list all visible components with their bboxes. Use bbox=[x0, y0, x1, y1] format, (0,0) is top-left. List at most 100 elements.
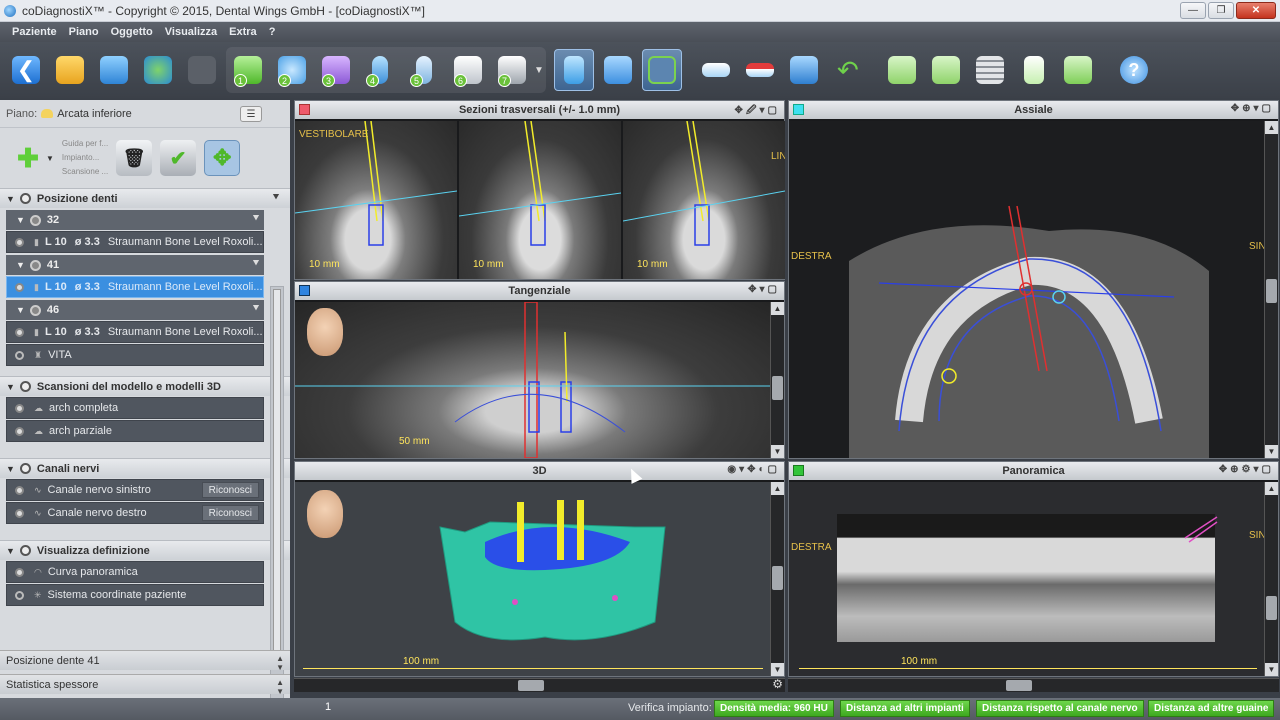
implant-item-41[interactable]: ▮ L 10 ø 3.3 Straumann Bone Level Roxoli... bbox=[6, 276, 264, 298]
eye-icon[interactable] bbox=[19, 193, 31, 204]
head-orientation-icon[interactable] bbox=[307, 490, 343, 538]
scroll-thumb[interactable] bbox=[1266, 279, 1277, 303]
tangential-scan[interactable]: 50 mm bbox=[295, 302, 770, 458]
panoramic-hscrollbar[interactable] bbox=[788, 678, 1279, 692]
view-implant-button[interactable] bbox=[553, 49, 594, 91]
panoramic-scan[interactable]: DESTRA SINISTRA 100 mm bbox=[789, 482, 1264, 676]
axial-scan[interactable]: DESTRA SINISTRA bbox=[789, 121, 1264, 458]
close-button[interactable]: ✕ bbox=[1236, 2, 1276, 19]
eye-off-icon[interactable] bbox=[15, 350, 24, 360]
view-controls[interactable]: ✥▾▢ bbox=[748, 284, 780, 295]
eye-off-icon[interactable] bbox=[15, 590, 24, 600]
section-models-header[interactable]: ▼ Scansioni del modello e modelli 3D ⯆ bbox=[0, 376, 290, 396]
globe-button[interactable] bbox=[138, 49, 178, 91]
eye-icon[interactable] bbox=[15, 508, 24, 518]
eye-icon[interactable] bbox=[19, 545, 31, 556]
add-option[interactable]: Guida per f... bbox=[62, 137, 108, 151]
scroll-down-icon[interactable]: ▼ bbox=[1265, 663, 1278, 676]
axial-view[interactable]: Assiale ✥⊕▾▢ DESTRA SINISTRA ▲ ▼ bbox=[788, 100, 1279, 459]
scroll-thumb[interactable] bbox=[518, 680, 544, 691]
detect-nerve-button[interactable]: Riconosci bbox=[201, 482, 259, 498]
trash-icon[interactable]: 🗑 bbox=[116, 140, 153, 176]
menu-oggetto[interactable]: Oggetto bbox=[105, 26, 159, 38]
eye-icon[interactable] bbox=[15, 237, 24, 247]
sync-button[interactable] bbox=[94, 49, 134, 91]
chevron-down-icon[interactable]: ⯆ bbox=[252, 303, 260, 314]
tooth-position-row[interactable]: Posizione dente 41 ▲ ▼ bbox=[0, 650, 290, 672]
step-2-button[interactable]: 2 bbox=[272, 49, 312, 91]
step-6-button[interactable]: 6 bbox=[448, 49, 488, 91]
undo-button[interactable]: ↶ bbox=[828, 49, 868, 91]
step-4-button[interactable]: 4 bbox=[360, 49, 400, 91]
eye-icon[interactable] bbox=[15, 567, 24, 577]
maximize-button[interactable]: ❐ bbox=[1208, 2, 1234, 19]
layers-button[interactable] bbox=[970, 49, 1010, 91]
step-5-button[interactable]: 5 bbox=[404, 49, 444, 91]
cross-section-2[interactable]: 10 mm bbox=[459, 121, 621, 279]
cross-section-1[interactable]: 10 mm VESTIBOLARE bbox=[295, 121, 457, 279]
3d-scrollbar[interactable]: ▲ ▼ bbox=[770, 482, 784, 676]
head-orientation-icon[interactable] bbox=[307, 308, 343, 356]
eye-icon[interactable] bbox=[15, 426, 24, 436]
eye-icon[interactable] bbox=[29, 214, 41, 226]
arrows-icon[interactable]: ✥ bbox=[204, 140, 241, 176]
display-item-coords[interactable]: ✳ Sistema coordinate paziente bbox=[6, 584, 264, 606]
menu-visualizza[interactable]: Visualizza bbox=[159, 26, 223, 38]
implant-item-46[interactable]: ▮ L 10 ø 3.3 Straumann Bone Level Roxoli... bbox=[6, 321, 264, 343]
curve-view-button[interactable] bbox=[641, 49, 682, 91]
delete-measure-button[interactable] bbox=[740, 49, 780, 91]
view-controls[interactable]: ✥🖉▾▢ bbox=[734, 103, 780, 120]
eye-icon[interactable] bbox=[15, 282, 24, 292]
3d-hscrollbar[interactable]: ⚙ bbox=[294, 677, 785, 692]
section-nerves-header[interactable]: ▼ Canali nervi ⯆ bbox=[0, 458, 290, 478]
chevron-down-icon[interactable]: ⯆ bbox=[272, 192, 280, 203]
nerve-item-right[interactable]: ∿ Canale nervo destro Riconosci bbox=[6, 502, 264, 524]
nerve-item-left[interactable]: ∿ Canale nervo sinistro Riconosci bbox=[6, 479, 264, 501]
scroll-thumb[interactable] bbox=[772, 376, 783, 400]
export-button[interactable] bbox=[182, 49, 222, 91]
tooth-group-46[interactable]: ▼ 46 ⯆ bbox=[6, 300, 264, 320]
view-controls[interactable]: ✥⊕▾▢ bbox=[1231, 103, 1274, 114]
model-item[interactable]: ☁ arch completa bbox=[6, 397, 264, 419]
help-button[interactable]: ? bbox=[1114, 49, 1154, 91]
implant-distance-badge[interactable]: Distanza ad altri impianti bbox=[840, 700, 970, 717]
scroll-thumb[interactable] bbox=[1006, 680, 1032, 691]
sleeve-distance-badge[interactable]: Distanza ad altre guaine bbox=[1148, 700, 1275, 717]
scroll-thumb[interactable] bbox=[772, 566, 783, 590]
panoramic-view[interactable]: Panoramica ✥⊕⚙▾▢ DESTRA SINISTRA 100 mm … bbox=[788, 461, 1279, 677]
scroll-down-icon[interactable]: ▼ bbox=[771, 445, 784, 458]
sidebar-scroll-thumb[interactable] bbox=[273, 289, 281, 669]
eye-icon[interactable] bbox=[29, 304, 41, 316]
open-folder-button[interactable] bbox=[50, 49, 90, 91]
cross-sections-view[interactable]: Sezioni trasversali (+/- 1.0 mm) ✥🖉▾▢ 10… bbox=[294, 100, 785, 280]
detect-nerve-button[interactable]: Riconosci bbox=[201, 505, 259, 521]
minimize-button[interactable]: — bbox=[1180, 2, 1206, 19]
tangential-view[interactable]: Tangenziale ✥▾▢ 50 mm ▲ ▼ bbox=[294, 281, 785, 459]
density-badge[interactable]: Densità media: 960 HU bbox=[714, 700, 834, 717]
chevron-down-icon[interactable]: ⯆ bbox=[252, 258, 260, 269]
menu-paziente[interactable]: Paziente bbox=[6, 26, 63, 38]
scroll-up-icon[interactable]: ▲ bbox=[771, 302, 784, 315]
model-item[interactable]: ☁ arch parziale bbox=[6, 420, 264, 442]
plan-menu-button[interactable]: ☰ bbox=[240, 106, 262, 122]
panoramic-scrollbar[interactable]: ▲ ▼ bbox=[1264, 482, 1278, 676]
add-dropdown-icon[interactable]: ▼ bbox=[46, 154, 54, 163]
cut-model-button[interactable] bbox=[882, 49, 922, 91]
tooth-group-41[interactable]: ▼ 41 ⯆ bbox=[6, 255, 264, 275]
eye-icon[interactable] bbox=[15, 327, 24, 337]
measure-button[interactable] bbox=[696, 49, 736, 91]
view-controls[interactable]: ✥⊕⚙▾▢ bbox=[1219, 464, 1274, 475]
eye-icon[interactable] bbox=[15, 485, 24, 495]
eye-icon[interactable] bbox=[29, 259, 41, 271]
back-button[interactable]: ❮ bbox=[6, 49, 46, 91]
cut-model-2-button[interactable] bbox=[926, 49, 966, 91]
tangential-scrollbar[interactable]: ▲ ▼ bbox=[770, 302, 784, 458]
section-display-header[interactable]: ▼ Visualizza definizione ⯆ bbox=[0, 540, 290, 560]
step-1-button[interactable]: 1 bbox=[228, 49, 268, 91]
chevron-down-icon[interactable]: ⯆ bbox=[252, 213, 260, 224]
display-item-curve[interactable]: ◠ Curva panoramica bbox=[6, 561, 264, 583]
nerve-distance-badge[interactable]: Distanza rispetto al canale nervo bbox=[976, 700, 1144, 717]
step-7-button[interactable]: 7 bbox=[492, 49, 532, 91]
check-icon[interactable]: ✔ bbox=[160, 140, 197, 176]
add-button[interactable]: ✚ bbox=[10, 140, 46, 176]
